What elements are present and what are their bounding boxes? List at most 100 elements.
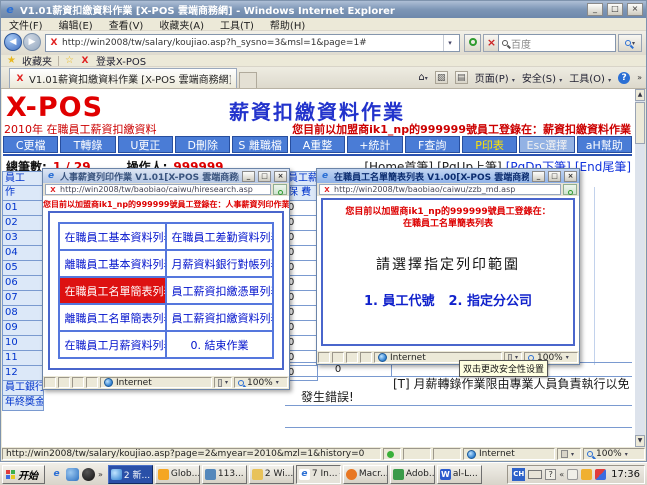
menu-item-view[interactable]: 查看(V) [109,17,144,32]
option-branch[interactable]: 2. 指定分公司 [449,290,533,309]
popup-address-field[interactable]: X http://win2008/tw/baobiao/caiwu/hirese… [45,184,271,195]
ime-indicator[interactable]: CH [512,468,525,481]
task-button-5-active[interactable]: e7 In...▾ [296,465,341,484]
popup-address-field[interactable]: X http://win2008/tw/baobiao/caiwu/zzb_md… [319,184,561,195]
menu-item-withholding-slip[interactable]: 8. 員工薪資扣繳憑單列表 [166,277,273,304]
minimize-button[interactable]: _ [587,3,603,16]
site-favicon: X [48,185,58,195]
maximize-button[interactable]: □ [258,171,271,182]
address-dropdown-icon[interactable]: ▾ [443,35,456,51]
minimize-button[interactable]: _ [532,171,545,182]
search-go-button[interactable]: ▾ [618,34,642,52]
toolbar-button-print[interactable]: P印表 [462,136,517,153]
quicklaunch-chevron-icon[interactable]: » [98,470,103,479]
tray-icon-1[interactable] [567,469,578,480]
help-tray-icon[interactable]: ? [545,469,556,480]
qq-icon[interactable] [82,468,95,481]
task-button-7[interactable]: Adob... [390,465,435,484]
go-button[interactable] [563,184,577,195]
vertical-scrollbar[interactable]: ▲ ▼ [635,89,645,447]
popup-protected-mode[interactable]: ▾ [214,377,232,388]
address-bar[interactable]: X http://win2008/tw/salary/koujiao.asp?h… [45,34,460,52]
minimize-button[interactable]: _ [242,171,255,182]
popup-login-text: 您目前以加盟商ik1_np的999999號員工登錄在：在職員工名單簡表列表 [341,206,555,230]
menu-item-active-namelist-selected[interactable]: 3. 在職員工名單簡表列表 [59,277,166,304]
favorite-link[interactable]: 登录X-POS [96,53,146,68]
popup-title-bar[interactable]: e 人事薪資列印作業 V1.01[X-POS 雲端商務網] - W... _ □… [43,169,289,183]
menu-item-file[interactable]: 文件(F) [9,17,43,32]
menu-item-active-basic[interactable]: 1. 在職員工基本資料列表 [59,223,166,250]
keyboard-icon[interactable] [528,470,542,479]
page-menu[interactable]: 页面(P) ▾ [475,70,515,85]
tab-active[interactable]: X V1.01薪資扣繳資料作業 [X-POS 雲端商務網] [9,68,237,88]
toolbar-button-delete[interactable]: D刪除 [175,136,230,153]
menu-item-help[interactable]: 帮助(H) [270,17,305,32]
menu-item-attendance[interactable]: 6. 在職員工差勤資料列表 [166,223,273,250]
add-favorite-icon[interactable]: ☆ [65,55,74,66]
menu-item-monthly-salary[interactable]: 5. 在職員工月薪資料列表 [59,331,166,358]
help-icon[interactable]: ? [618,72,630,84]
new-tab-stub[interactable] [239,72,257,88]
nav-key-end[interactable]: [End尾筆] [575,158,631,175]
task-button-1[interactable]: 2 新... [108,465,153,484]
menu-item-withholding-data[interactable]: 9. 員工薪資扣繳資料列表 [166,304,273,331]
table-header-cell: 員工 [2,171,44,186]
status-zoom[interactable]: 100%▾ [583,448,645,460]
search-input[interactable]: 百度 [498,34,616,52]
tray-icon-3[interactable] [595,469,606,480]
ie-quicklaunch-icon[interactable]: e [50,468,63,481]
menu-item-resigned-basic[interactable]: 2. 離職員工基本資料列表 [59,250,166,277]
task-button-8[interactable]: Wal-L... [437,465,482,484]
status-protected-mode[interactable]: ▾ [557,448,581,460]
popup-zoom[interactable]: 100%▾ [234,377,288,388]
menu-item-bank-reconcile[interactable]: 7. 月薪資料銀行對帳列表 [166,250,273,277]
menu-item-tools[interactable]: 工具(T) [220,17,254,32]
scrollbar-thumb[interactable] [635,102,645,144]
feeds-icon[interactable]: ▨ [435,71,448,84]
scroll-down-icon[interactable]: ▼ [635,435,645,447]
toolbar-button-transfer[interactable]: T轉錄 [60,136,115,153]
menu-item-favorites[interactable]: 收藏夹(A) [159,17,204,32]
toolbar-button-update[interactable]: C更檔 [3,136,58,153]
menu-item-resigned-namelist[interactable]: 4. 離職員工名單簡表列表 [59,304,166,331]
home-icon[interactable]: ⌂▾ [418,72,427,83]
task-button-4[interactable]: 2 Wi...▾ [249,465,294,484]
task-button-3[interactable]: 113... [202,465,247,484]
close-button[interactable]: × [627,3,643,16]
task-button-6[interactable]: Macr... [343,465,388,484]
favorites-button[interactable]: 收藏夹 [22,53,52,68]
table-row-label: 員工銀行 [2,381,44,396]
close-button[interactable]: × [274,171,287,182]
menu-item-exit[interactable]: 0. 結束作業 [166,331,273,358]
forward-button[interactable]: ▶ [23,33,41,51]
back-button[interactable]: ◀ [4,33,22,51]
overflow-chevron-icon[interactable]: » [637,73,642,82]
task-button-2[interactable]: Glob... [155,465,200,484]
popup-title-bar[interactable]: e 在職員工名單簡表列表 V1.00[X-POS 雲端商務網] - W _ □ … [317,169,579,183]
status-zone[interactable]: Internet [463,448,555,460]
tray-icon-2[interactable] [581,469,592,480]
go-button[interactable] [273,184,287,195]
safety-menu[interactable]: 安全(S) ▾ [522,70,562,85]
table-row-label: 01 [2,201,44,216]
messenger-icon[interactable] [66,468,79,481]
close-button[interactable]: × [564,171,577,182]
start-button[interactable]: 开始 [2,465,45,484]
maximize-button[interactable]: □ [607,3,623,16]
refresh-button[interactable] [464,34,481,52]
title-bar[interactable]: e V1.01薪資扣繳資料作業 [X-POS 雲端商務網] - Windows … [1,1,646,18]
tray-chevron-icon[interactable]: « [559,470,564,479]
toolbar-button-rebuild[interactable]: A重整 [290,136,345,153]
toolbar-button-help[interactable]: aH幫助 [577,136,632,153]
scroll-up-icon[interactable]: ▲ [635,89,645,101]
toolbar-button-resigned[interactable]: S 離職檔 [232,136,287,153]
tools-menu[interactable]: 工具(O) ▾ [569,70,611,85]
print-icon[interactable]: ▤ [455,71,468,84]
menu-item-edit[interactable]: 编辑(E) [59,17,93,32]
option-employee-code[interactable]: 1. 員工代號 [364,290,435,309]
toolbar-button-query[interactable]: F查詢 [405,136,460,153]
toolbar-button-esc-select[interactable]: Esc選擇 [519,136,574,153]
toolbar-button-correct[interactable]: U更正 [118,136,173,153]
maximize-button[interactable]: □ [548,171,561,182]
toolbar-button-statistics[interactable]: +統計 [347,136,402,153]
